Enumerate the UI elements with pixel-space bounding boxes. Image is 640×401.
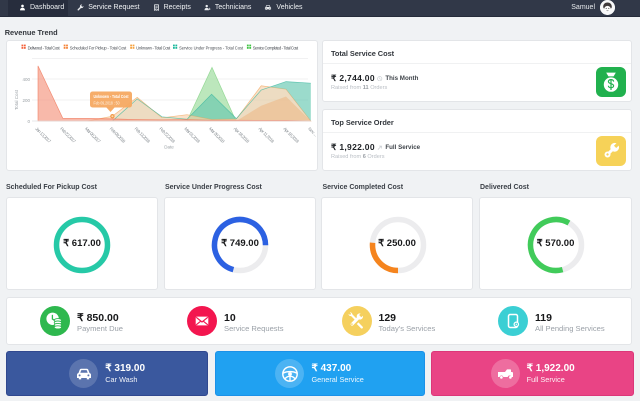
svg-text:Unknown - Total Cost: Unknown - Total Cost (94, 94, 129, 99)
svg-text:0: 0 (27, 119, 30, 124)
svg-text:Total Cost: Total Cost (14, 89, 19, 110)
svg-text:Jan 13,2017: Jan 13,2017 (34, 126, 52, 144)
svg-text:200: 200 (22, 98, 30, 103)
svg-text:Service Under Progress - Total: Service Under Progress - Total Cost (179, 45, 244, 50)
svg-text:Feb 09,2018: Feb 09,2018 (109, 126, 127, 144)
svg-text:Delivered - Total Cost: Delivered - Total Cost (28, 45, 61, 50)
svg-text:Apr 18,2018: Apr 18,2018 (282, 126, 300, 144)
svg-text:Nov ...: Nov ... (307, 126, 316, 137)
svg-text:Mar 06,2017: Mar 06,2017 (84, 126, 102, 144)
svg-text:400: 400 (22, 77, 30, 82)
svg-text:Mar 28,2018: Mar 28,2018 (208, 126, 226, 144)
svg-text:Feb 22,2018: Feb 22,2018 (158, 126, 176, 144)
svg-text:Date: Date (164, 145, 174, 150)
svg-text:Scheduled For Pickup - Total C: Scheduled For Pickup - Total Cost (70, 45, 127, 50)
svg-text:Unknown - Total Cost: Unknown - Total Cost (136, 45, 171, 50)
svg-text:Feb 13,2018: Feb 13,2018 (133, 126, 151, 144)
svg-text:Feb 09,2018 : 50: Feb 09,2018 : 50 (94, 101, 120, 106)
svg-text:Service Completed - Total Cost: Service Completed - Total Cost (253, 45, 299, 50)
svg-text:Apr 11,2018: Apr 11,2018 (257, 126, 275, 144)
svg-text:Apr 18,2018: Apr 18,2018 (233, 126, 251, 144)
svg-text:Feb 22,2017: Feb 22,2017 (59, 126, 77, 144)
svg-text:Mar 01,2018: Mar 01,2018 (183, 126, 201, 144)
